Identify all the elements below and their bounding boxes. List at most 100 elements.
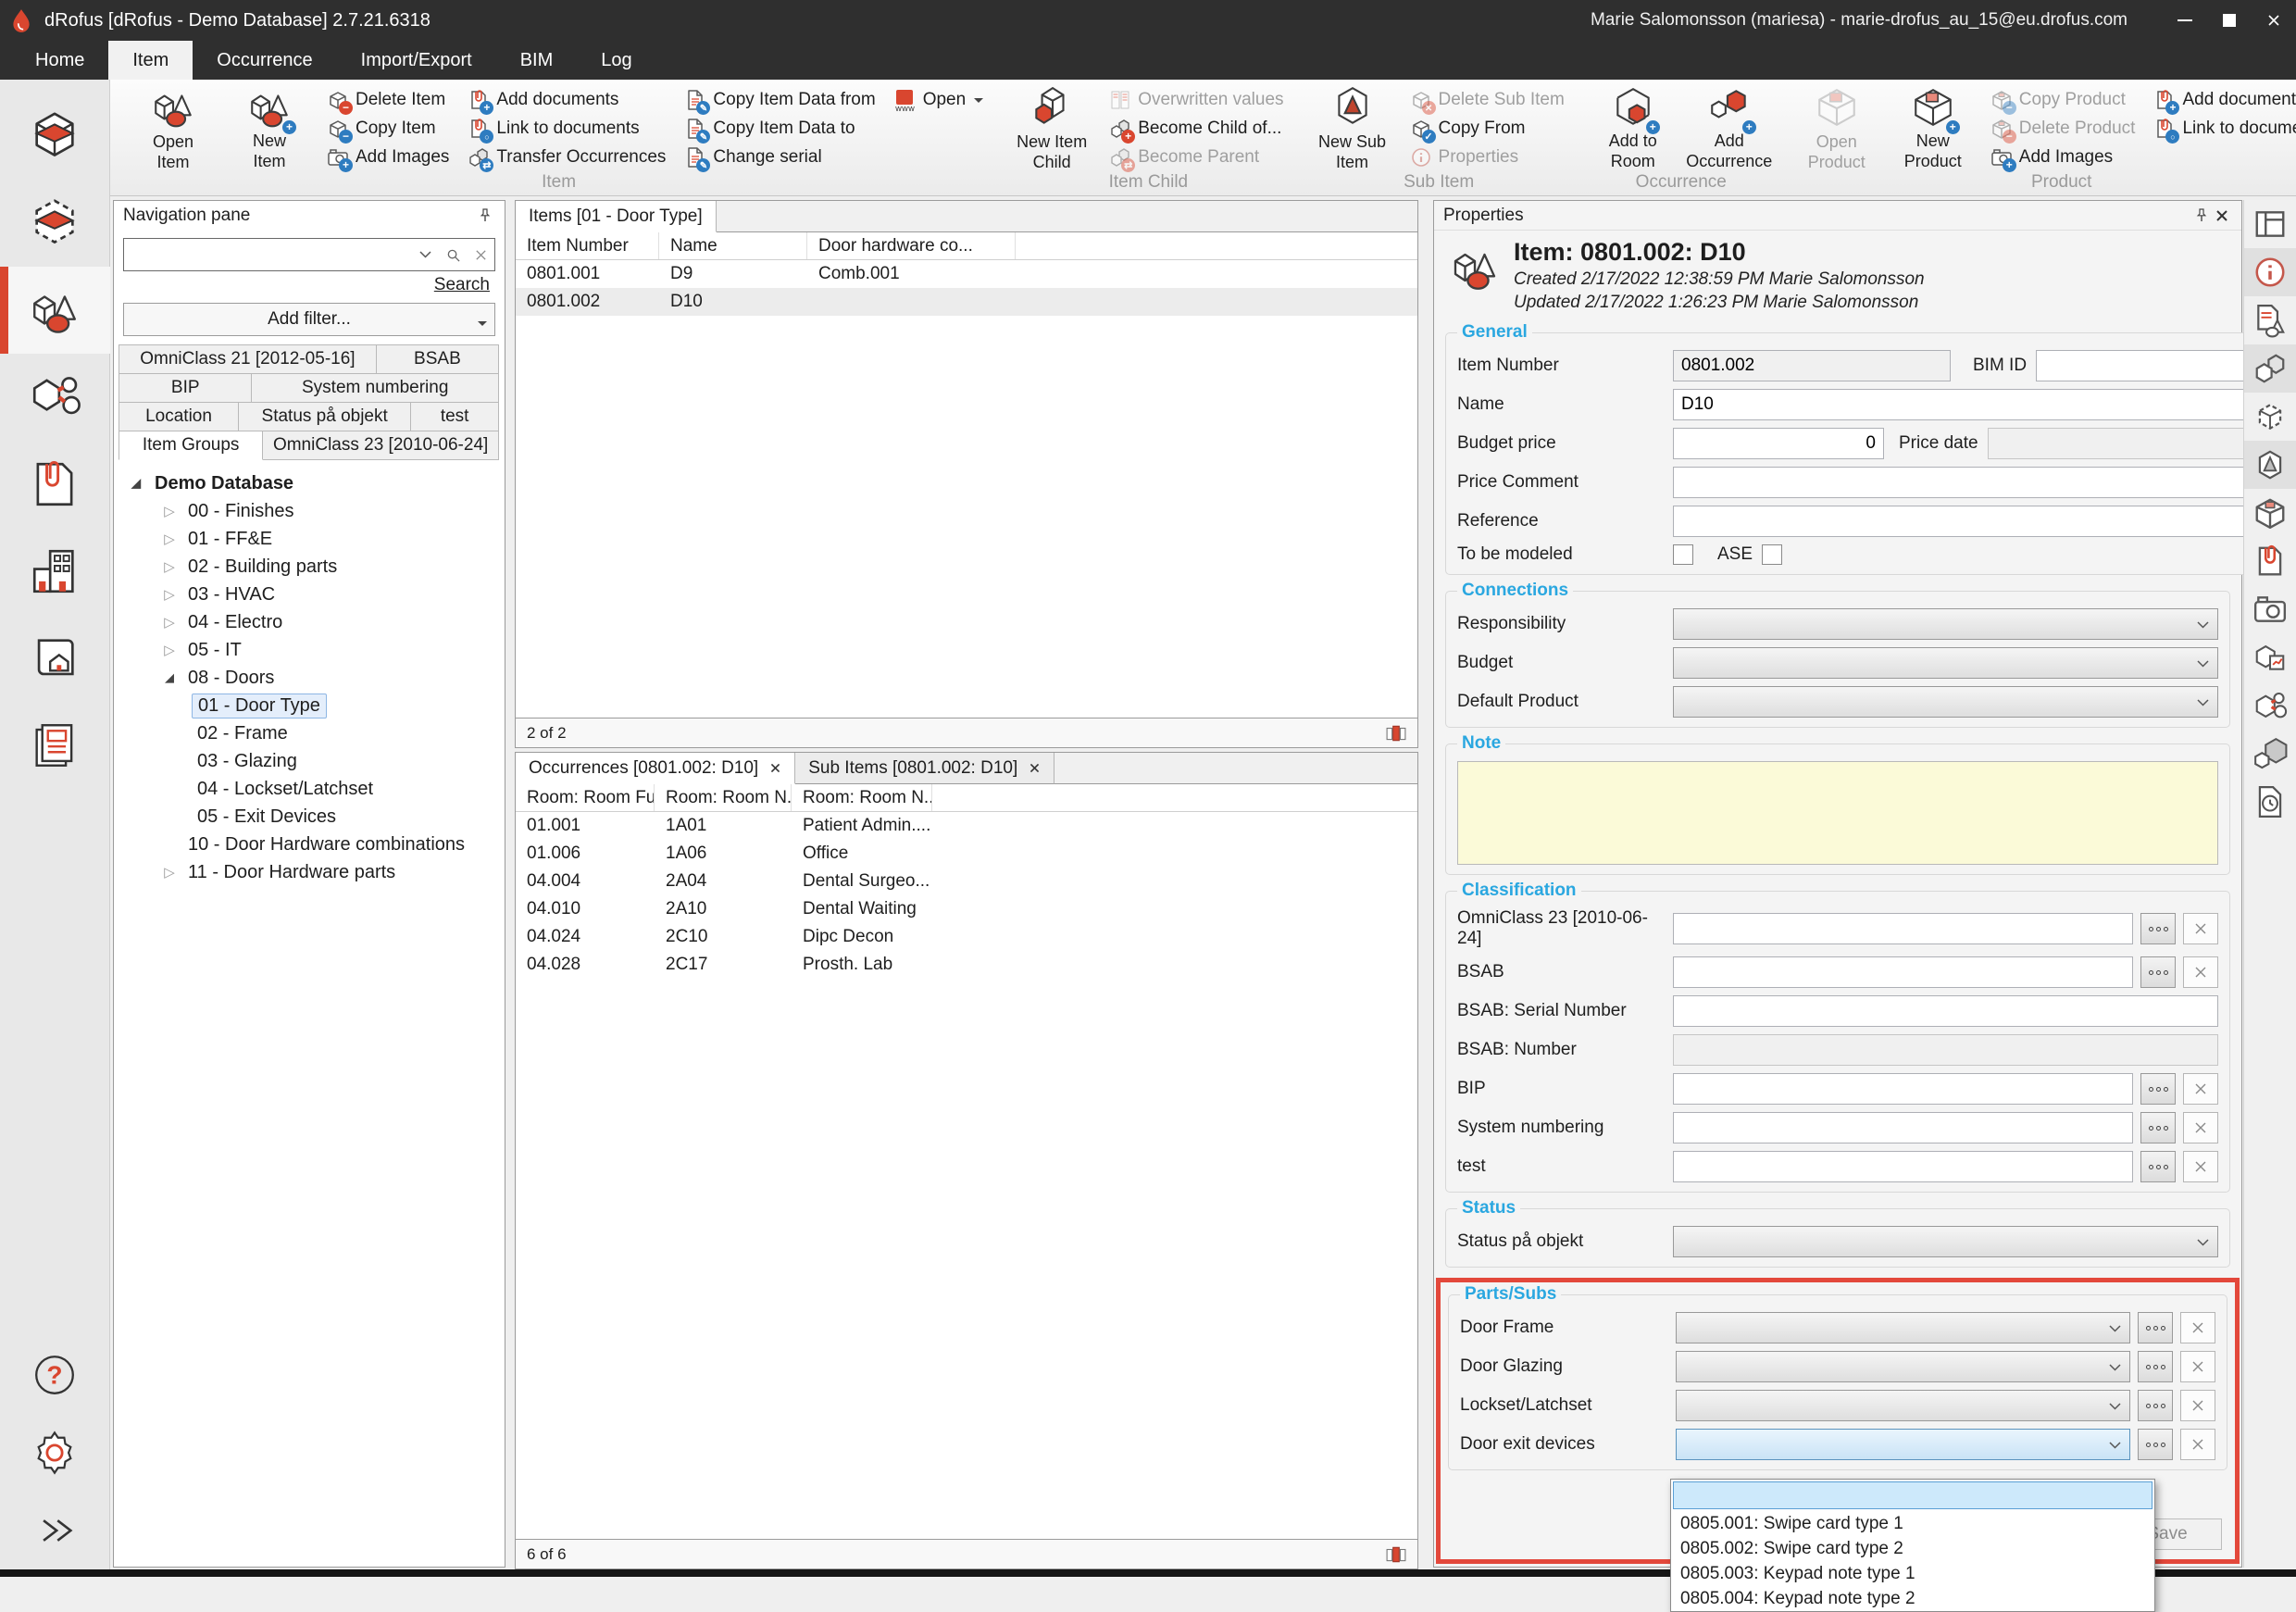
nav-tab-omniclass23[interactable]: OmniClass 23 [2010-06-24]	[262, 431, 499, 460]
open-item-button[interactable]: OpenItem	[131, 81, 216, 172]
nav-tab-status-pa-objekt[interactable]: Status på objekt	[238, 402, 411, 431]
sidebar-item-rooms[interactable]	[0, 93, 110, 180]
tree-item-02-frame[interactable]: 02 - Frame	[114, 719, 505, 747]
tab-log[interactable]: Log	[577, 41, 655, 80]
dropdown-option[interactable]: 0805.002: Swipe card type 2	[1671, 1536, 2154, 1561]
tab-import-export[interactable]: Import/Export	[337, 41, 496, 80]
expander-collapsed-icon[interactable]: ▷	[156, 503, 182, 519]
ase-checkbox[interactable]	[1762, 544, 1782, 565]
become-child-of-button[interactable]: Become Child of...	[1105, 115, 1287, 142]
tree-item-02-building-parts[interactable]: ▷02 - Building parts	[114, 553, 505, 581]
tree-item-03-hvac[interactable]: ▷03 - HVAC	[114, 581, 505, 608]
occurrences-tool-button[interactable]	[2244, 730, 2296, 778]
search-input[interactable]	[124, 244, 411, 265]
occurrence-row[interactable]: 01.0061A06Office	[516, 840, 1417, 868]
bsab-input[interactable]	[1673, 956, 2133, 988]
expander-collapsed-icon[interactable]: ▷	[156, 614, 182, 631]
tree-item-05-it[interactable]: ▷05 - IT	[114, 636, 505, 664]
search-button[interactable]	[439, 241, 467, 269]
tree-item-01-ffe[interactable]: ▷01 - FF&E	[114, 525, 505, 553]
bip-input[interactable]	[1673, 1073, 2133, 1105]
sidebar-item-items[interactable]	[0, 267, 110, 354]
budget-select[interactable]	[1673, 647, 2218, 679]
log-tool-button[interactable]	[2244, 778, 2296, 826]
tree-item-11-door-hardware-parts[interactable]: ▷11 - Door Hardware parts	[114, 858, 505, 886]
open-web-split-button[interactable]: wwwOpen	[891, 86, 987, 113]
omniclass-lookup-button[interactable]	[2140, 913, 2176, 944]
help-button[interactable]	[0, 1336, 110, 1414]
open-product-button[interactable]: OpenProduct	[1794, 81, 1879, 172]
overwritten-values-button[interactable]: Overwritten values	[1105, 86, 1287, 113]
expander-expanded-icon[interactable]: ◢	[123, 476, 149, 491]
nav-tab-system-numbering[interactable]: System numbering	[251, 373, 499, 403]
copy-item-data-from-button[interactable]: Copy Item Data from	[680, 86, 879, 113]
pin-button[interactable]	[475, 206, 495, 226]
item-children-tool-button[interactable]	[2244, 344, 2296, 393]
copy-item-data-to-button[interactable]: Copy Item Data to	[680, 115, 879, 142]
door-glazing-select[interactable]	[1676, 1351, 2130, 1382]
tree-item-04-lockset-latchset[interactable]: 04 - Lockset/Latchset	[114, 775, 505, 803]
sub-items-tab[interactable]: Sub Items [0801.002: D10]	[795, 753, 1054, 784]
system-numbering-clear-button[interactable]	[2183, 1112, 2218, 1143]
close-tab-button[interactable]	[1029, 762, 1041, 774]
sidebar-item-reports[interactable]	[0, 702, 110, 789]
search-link[interactable]: Search	[434, 275, 490, 295]
bsab-serial-input[interactable]	[1673, 995, 2218, 1027]
tree-item-demo-database[interactable]: ◢Demo Database	[114, 469, 505, 497]
item-number-input[interactable]	[1673, 350, 1951, 381]
copy-product-button[interactable]: Copy Product	[1987, 86, 2140, 113]
nav-tab-test[interactable]: test	[410, 402, 499, 431]
items-table-row[interactable]: 0801.001 D9 Comb.001	[516, 260, 1417, 288]
test-input[interactable]	[1673, 1151, 2133, 1182]
connections-tool-button[interactable]	[2244, 681, 2296, 730]
bim-id-input[interactable]	[2036, 350, 2257, 381]
tree-item-05-exit-devices[interactable]: 05 - Exit Devices	[114, 803, 505, 831]
omniclass-clear-button[interactable]	[2183, 913, 2218, 944]
link-to-documents-button[interactable]: Link to documents	[464, 115, 669, 142]
item-data-tool-button[interactable]	[2244, 296, 2296, 344]
sub-items-tool-button[interactable]	[2244, 441, 2296, 489]
door-glazing-clear-button[interactable]	[2180, 1351, 2215, 1382]
expander-collapsed-icon[interactable]: ▷	[156, 586, 182, 603]
occurrence-row[interactable]: 04.0282C17Prosth. Lab	[516, 951, 1417, 979]
door-exit-devices-clear-button[interactable]	[2180, 1429, 2215, 1460]
nav-tab-bsab[interactable]: BSAB	[376, 344, 499, 374]
clear-search-button[interactable]	[467, 241, 494, 269]
column-header[interactable]: Name	[659, 232, 807, 259]
settings-button[interactable]	[0, 1414, 110, 1492]
add-to-room-button[interactable]: Add toRoom	[1591, 81, 1676, 171]
responsibility-select[interactable]	[1673, 608, 2218, 640]
tab-item[interactable]: Item	[108, 41, 193, 80]
system-numbering-lookup-button[interactable]	[2140, 1112, 2176, 1143]
sidebar-item-products[interactable]	[0, 354, 110, 441]
door-exit-devices-lookup-button[interactable]	[2138, 1429, 2173, 1460]
new-sub-item-button[interactable]: New SubItem	[1310, 81, 1395, 172]
lockset-latchset-clear-button[interactable]	[2180, 1390, 2215, 1421]
bip-clear-button[interactable]	[2183, 1073, 2218, 1105]
sidebar-item-room-templates[interactable]	[0, 180, 110, 267]
new-item-child-button[interactable]: New ItemChild	[1009, 81, 1094, 172]
occurrence-row[interactable]: 04.0042A04Dental Surgeo...	[516, 868, 1417, 895]
tree-item-04-electro[interactable]: ▷04 - Electro	[114, 608, 505, 636]
note-textarea[interactable]	[1457, 761, 2218, 865]
occurrence-row[interactable]: 04.0242C10Dipc Decon	[516, 923, 1417, 951]
column-header[interactable]: Door hardware co...	[807, 232, 1016, 259]
tree-item-10-door-hardware-combinations[interactable]: 10 - Door Hardware combinations	[114, 831, 505, 858]
bip-lookup-button[interactable]	[2140, 1073, 2176, 1105]
door-glazing-lookup-button[interactable]	[2138, 1351, 2173, 1382]
lockset-latchset-select[interactable]	[1676, 1390, 2130, 1421]
default-product-select[interactable]	[1673, 686, 2218, 718]
delete-item-button[interactable]: Delete Item	[323, 86, 453, 113]
pin-button[interactable]	[2191, 206, 2212, 226]
column-header[interactable]: Item Number	[516, 232, 659, 259]
price-comment-input[interactable]	[1673, 467, 2257, 498]
bsab-clear-button[interactable]	[2183, 956, 2218, 988]
system-numbering-input[interactable]	[1673, 1112, 2133, 1143]
nav-tab-omniclass21[interactable]: OmniClass 21 [2012-05-16]	[119, 344, 377, 374]
door-exit-devices-select[interactable]	[1676, 1429, 2130, 1460]
add-filter-dropdown[interactable]: Add filter...	[123, 303, 495, 336]
tree-item-08-doors[interactable]: ◢08 - Doors	[114, 664, 505, 692]
budget-price-input[interactable]	[1673, 428, 1884, 459]
products-tool-button[interactable]	[2244, 489, 2296, 537]
name-input[interactable]	[1673, 389, 2257, 420]
